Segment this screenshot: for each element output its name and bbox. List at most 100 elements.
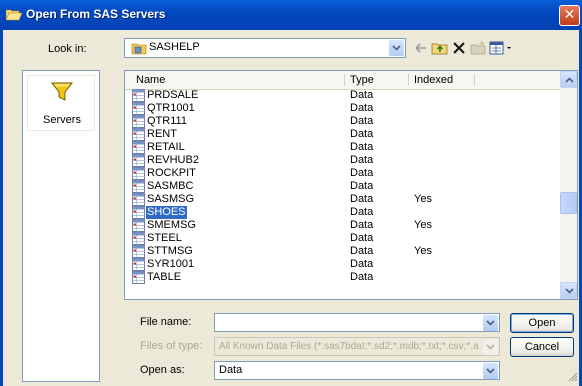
- list-item[interactable]: QTR1001 Data: [125, 102, 561, 115]
- files-of-type-dropdown: All Known Data Files (*.sas7bdat;*.sd2;*…: [214, 337, 500, 356]
- list-item[interactable]: STEEL Data: [125, 232, 561, 245]
- list-item-name: SHOES: [145, 205, 188, 220]
- window-title: Open From SAS Servers: [26, 7, 166, 21]
- list-item[interactable]: PRDSALE Data: [125, 89, 561, 102]
- list-item[interactable]: RETAIL Data: [125, 141, 561, 154]
- close-icon: ✕: [563, 7, 576, 23]
- column-separator[interactable]: [474, 74, 475, 86]
- list-item-type: Data: [350, 219, 374, 231]
- file-name-dropdown-arrow[interactable]: [483, 315, 498, 331]
- places-bar: Servers: [22, 70, 100, 382]
- scroll-up-button[interactable]: [560, 71, 577, 88]
- resize-grip-icon[interactable]: [568, 372, 578, 382]
- open-as-dropdown-arrow[interactable]: [483, 363, 498, 379]
- delete-icon[interactable]: [450, 40, 468, 56]
- list-item[interactable]: QTR111 Data: [125, 115, 561, 128]
- list-item[interactable]: ROCKPIT Data: [125, 167, 561, 180]
- column-header-name[interactable]: Name: [136, 74, 165, 86]
- list-item-name: RENT: [147, 128, 177, 140]
- list-item[interactable]: REVHUB2 Data: [125, 154, 561, 167]
- vertical-scrollbar[interactable]: [560, 71, 577, 299]
- files-of-type-value: All Known Data Files (*.sas7bdat;*.sd2;*…: [219, 341, 479, 352]
- list-item-name: SMEMSG: [147, 219, 196, 231]
- chevron-down-icon: [565, 288, 574, 294]
- open-as-label: Open as:: [140, 364, 185, 376]
- list-item-name: SASMBC: [147, 180, 194, 192]
- views-menu-icon[interactable]: [488, 40, 514, 56]
- sas-dataset-icon: [132, 206, 145, 219]
- chevron-down-icon: [486, 320, 495, 326]
- list-item-type: Data: [350, 167, 374, 179]
- list-item-name: TABLE: [147, 271, 182, 283]
- list-item[interactable]: SYR1001 Data: [125, 258, 561, 271]
- title-bar[interactable]: Open From SAS Servers ✕: [0, 0, 582, 30]
- open-dialog-window: Open From SAS Servers ✕ Look in: SASHELP: [0, 0, 582, 386]
- list-item-type: Data: [350, 141, 374, 153]
- new-folder-icon[interactable]: [469, 40, 487, 56]
- chevron-down-icon: [486, 368, 495, 374]
- file-name-label: File name:: [140, 316, 192, 328]
- look-in-value: SASHELP: [149, 41, 200, 53]
- list-item[interactable]: SMEMSG Data Yes: [125, 219, 561, 232]
- list-item-type: Data: [350, 193, 374, 205]
- sas-dataset-icon: [132, 180, 145, 193]
- list-item[interactable]: RENT Data: [125, 128, 561, 141]
- scroll-thumb[interactable]: [560, 192, 577, 214]
- list-item-name: QTR111: [147, 115, 187, 127]
- list-item-name: ROCKPIT: [147, 167, 196, 179]
- sas-dataset-icon: [132, 128, 145, 141]
- sas-dataset-icon: [132, 154, 145, 167]
- column-header-type[interactable]: Type: [350, 74, 374, 86]
- look-in-dropdown[interactable]: SASHELP: [124, 38, 406, 58]
- close-button[interactable]: ✕: [559, 5, 580, 26]
- list-item-type: Data: [350, 102, 374, 114]
- servers-funnel-icon: [50, 82, 74, 101]
- chevron-up-icon: [565, 77, 574, 83]
- list-item-name: SYR1001: [147, 258, 195, 270]
- list-rows: PRDSALE Data QTR1001 Data QTR111 Data RENT Data…: [125, 89, 561, 284]
- look-in-dropdown-arrow[interactable]: [389, 40, 404, 56]
- window-frame-left: [0, 30, 3, 386]
- column-separator[interactable]: [344, 74, 345, 86]
- sas-dataset-icon: [132, 141, 145, 154]
- sas-dataset-icon: [132, 115, 145, 128]
- up-folder-icon[interactable]: [431, 40, 449, 56]
- scroll-down-button[interactable]: [560, 282, 577, 299]
- back-icon[interactable]: [412, 40, 430, 56]
- cancel-button[interactable]: Cancel: [510, 337, 574, 357]
- list-item-name: STTMSG: [147, 245, 193, 257]
- open-button[interactable]: Open: [510, 313, 574, 333]
- file-name-field[interactable]: [214, 313, 500, 332]
- sas-dataset-icon: [132, 271, 145, 284]
- list-item-name: SASMSG: [147, 193, 195, 205]
- open-as-dropdown[interactable]: Data: [214, 361, 500, 380]
- list-item-type: Data: [350, 206, 374, 218]
- sas-dataset-icon: [132, 102, 145, 115]
- list-item-type: Data: [350, 245, 374, 257]
- file-list-view[interactable]: Name Type Indexed PRDSALE Data QTR1001 Data…: [124, 70, 578, 300]
- list-item[interactable]: SASMBC Data: [125, 180, 561, 193]
- list-item-name: REVHUB2: [147, 154, 199, 166]
- list-item[interactable]: SHOES Data: [125, 205, 561, 220]
- list-item-type: Data: [350, 180, 374, 192]
- list-item[interactable]: TABLE Data: [125, 271, 561, 284]
- list-header: Name Type Indexed: [125, 71, 561, 90]
- files-of-type-label: Files of type:: [140, 340, 203, 352]
- chevron-down-icon: [486, 344, 495, 350]
- sas-dataset-icon: [132, 245, 145, 258]
- sas-dataset-icon: [132, 258, 145, 271]
- list-item[interactable]: SASMSG Data Yes: [125, 193, 561, 206]
- sas-dataset-icon: [132, 89, 145, 102]
- sas-dataset-icon: [132, 232, 145, 245]
- list-item-type: Data: [350, 232, 374, 244]
- places-servers-button[interactable]: Servers: [27, 75, 95, 131]
- list-item-name: STEEL: [147, 232, 182, 244]
- sas-dataset-icon: [132, 167, 145, 180]
- sas-dataset-icon: [132, 193, 145, 206]
- column-separator[interactable]: [408, 74, 409, 86]
- list-item-name: PRDSALE: [147, 89, 199, 101]
- list-item-name: QTR1001: [147, 102, 195, 114]
- list-item[interactable]: STTMSG Data Yes: [125, 245, 561, 258]
- list-item-type: Data: [350, 89, 374, 101]
- column-header-indexed[interactable]: Indexed: [414, 74, 453, 86]
